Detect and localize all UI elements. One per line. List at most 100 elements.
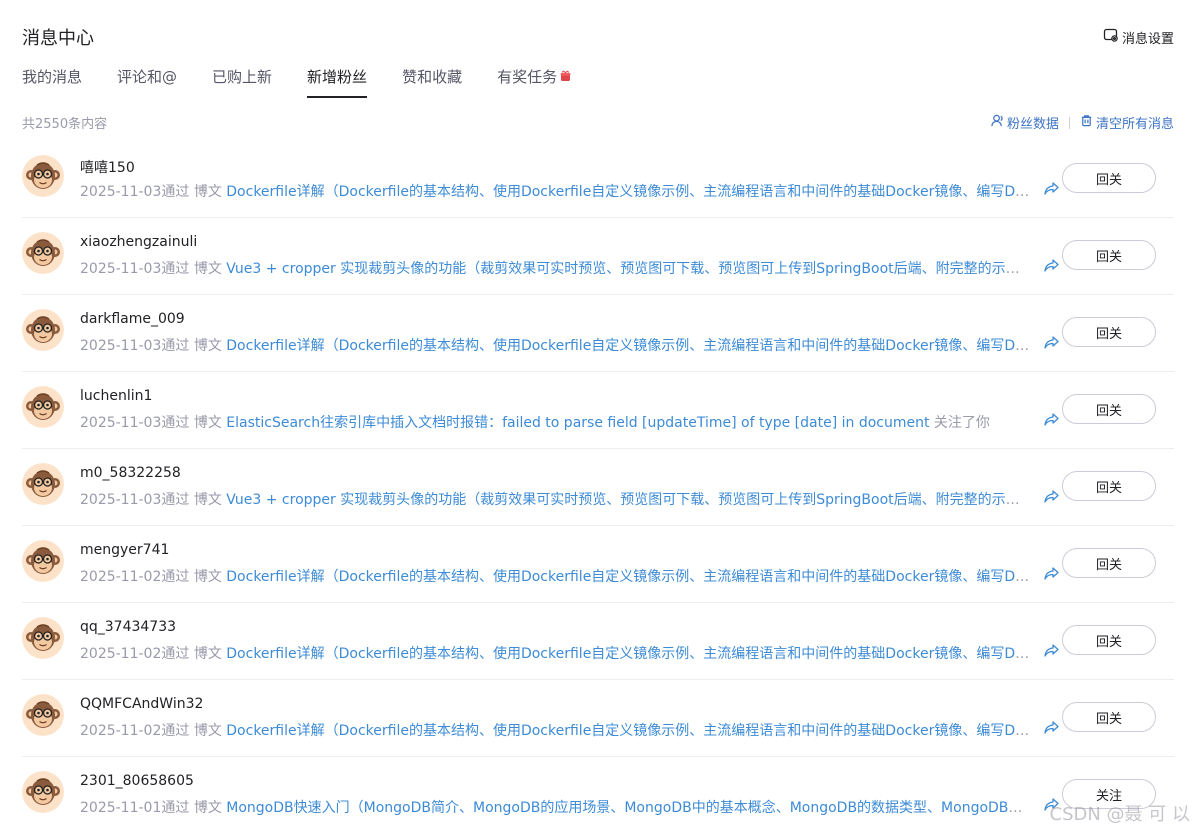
follower-name[interactable]: QQMFCAndWin32 (80, 696, 203, 712)
avatar[interactable] (22, 232, 64, 274)
gift-icon (557, 66, 571, 86)
article-link[interactable]: Dockerfile详解（Dockerfile的基本结构、使用Dockerfil… (226, 338, 1032, 354)
article-link[interactable]: Dockerfile详解（Dockerfile的基本结构、使用Dockerfil… (226, 723, 1032, 739)
article-link[interactable]: Dockerfile详解（Dockerfile的基本结构、使用Dockerfil… (226, 646, 1032, 662)
message-settings-label: 消息设置 (1121, 31, 1174, 47)
follow-date: 2025-11-03通过 (80, 415, 190, 431)
list-item: qq_37434733 2025-11-02通过 博文 Dockerfile详解（… (22, 603, 1174, 680)
follow-description: 2025-11-03通过 博文 ElasticSearch往索引库中插入文档时报… (80, 412, 1032, 432)
follower-name[interactable]: 2301_80658605 (80, 773, 194, 789)
message-center-page: 消息中心 消息设置 我的消息 评论和@ 已购上新 新增粉丝 赞和收藏 有奖任务 共2550… (0, 0, 1198, 832)
avatar[interactable] (22, 386, 64, 428)
tab-5[interactable]: 有奖任务 (497, 66, 571, 98)
tab-bar: 我的消息 评论和@ 已购上新 新增粉丝 赞和收藏 有奖任务 (22, 66, 606, 98)
fans-data-label: 粉丝数据 (1006, 117, 1059, 132)
follow-back-button[interactable]: 回关 (1062, 394, 1156, 424)
article-link[interactable]: MongoDB快速入门（MongoDB简介、MongoDB的应用场景、Mongo… (226, 800, 1032, 816)
follow-date: 2025-11-01通过 (80, 800, 190, 816)
settings-icon (1103, 27, 1122, 47)
content-type: 博文 (193, 415, 222, 431)
tab-label: 赞和收藏 (402, 68, 463, 86)
tab-label: 已购上新 (212, 68, 273, 86)
share-icon[interactable] (1043, 334, 1060, 351)
follower-name[interactable]: darkflame_009 (80, 311, 185, 327)
tab-label: 我的消息 (22, 68, 83, 86)
article-link[interactable]: Vue3 + cropper 实现裁剪头像的功能（裁剪效果可实时预览、预览图可下… (226, 492, 1032, 508)
message-settings-link[interactable]: 消息设置 (1103, 27, 1174, 47)
follower-name[interactable]: 嘻嘻150 (80, 157, 135, 177)
page-title: 消息中心 (22, 28, 94, 49)
content-type: 博文 (193, 338, 222, 354)
follow-back-button[interactable]: 回关 (1062, 163, 1156, 193)
follow-description: 2025-11-03通过 博文 Vue3 + cropper 实现裁剪头像的功能… (80, 258, 1032, 278)
follow-back-button[interactable]: 回关 (1062, 702, 1156, 732)
follow-date: 2025-11-02通过 (80, 646, 190, 662)
tab-2[interactable]: 已购上新 (212, 66, 272, 98)
follow-description: 2025-11-03通过 博文 Dockerfile详解（Dockerfile的… (80, 181, 1032, 201)
article-link[interactable]: Dockerfile详解（Dockerfile的基本结构、使用Dockerfil… (226, 569, 1032, 585)
list-item: luchenlin1 2025-11-03通过 博文 ElasticSearch往… (22, 372, 1174, 449)
follow-date: 2025-11-03通过 (80, 492, 190, 508)
content-type: 博文 (193, 723, 222, 739)
article-link[interactable]: Vue3 + cropper 实现裁剪头像的功能（裁剪效果可实时预览、预览图可下… (226, 261, 1032, 277)
follow-back-button[interactable]: 回关 (1062, 317, 1156, 347)
content-type: 博文 (193, 646, 222, 662)
tab-3[interactable]: 新增粉丝 (307, 66, 368, 98)
follower-name[interactable]: xiaozhengzainuli (80, 234, 197, 250)
follow-description: 2025-11-03通过 博文 Dockerfile详解（Dockerfile的… (80, 335, 1032, 355)
follow-back-button[interactable]: 回关 (1062, 240, 1156, 270)
share-icon[interactable] (1043, 411, 1060, 428)
top-actions: 粉丝数据 清空所有消息 (991, 113, 1174, 132)
follower-name[interactable]: luchenlin1 (80, 388, 152, 404)
share-icon[interactable] (1043, 642, 1060, 659)
follow-date: 2025-11-03通过 (80, 261, 190, 277)
share-icon[interactable] (1043, 180, 1060, 197)
avatar[interactable] (22, 771, 64, 813)
avatar[interactable] (22, 463, 64, 505)
trash-icon (1080, 114, 1096, 131)
list-item: darkflame_009 2025-11-03通过 博文 Dockerfile详… (22, 295, 1174, 372)
divider (1068, 116, 1070, 129)
content-type: 博文 (193, 261, 222, 277)
follower-name[interactable]: m0_58322258 (80, 465, 181, 481)
user-icon (991, 114, 1007, 131)
avatar[interactable] (22, 155, 64, 197)
share-icon[interactable] (1043, 257, 1060, 274)
share-icon[interactable] (1043, 488, 1060, 505)
content-type: 博文 (193, 800, 222, 816)
list-item: mengyer741 2025-11-02通过 博文 Dockerfile详解（D… (22, 526, 1174, 603)
clear-all-label: 清空所有消息 (1095, 117, 1174, 132)
share-icon[interactable] (1043, 796, 1060, 813)
follow-back-button[interactable]: 回关 (1062, 548, 1156, 578)
avatar[interactable] (22, 309, 64, 351)
total-count: 共2550条内容 (22, 117, 108, 132)
follower-name[interactable]: qq_37434733 (80, 619, 176, 635)
follow-back-button[interactable]: 回关 (1062, 471, 1156, 501)
tab-1[interactable]: 评论和@ (117, 66, 177, 98)
follow-description: 2025-11-02通过 博文 Dockerfile详解（Dockerfile的… (80, 566, 1032, 586)
list-item: m0_58322258 2025-11-03通过 博文 Vue3 + croppe… (22, 449, 1174, 526)
content-type: 博文 (193, 184, 222, 200)
list-item: 2301_80658605 2025-11-01通过 博文 MongoDB快速入门… (22, 757, 1174, 832)
follow-back-button[interactable]: 关注 (1062, 779, 1156, 809)
content-type: 博文 (193, 492, 222, 508)
follower-name[interactable]: mengyer741 (80, 542, 169, 558)
follow-suffix: 关注了你 (929, 415, 990, 431)
follow-date: 2025-11-03通过 (80, 338, 190, 354)
article-link[interactable]: ElasticSearch往索引库中插入文档时报错：failed to pars… (226, 415, 929, 431)
share-icon[interactable] (1043, 719, 1060, 736)
tab-label: 有奖任务 (497, 68, 558, 86)
fan-list: 嘻嘻150 2025-11-03通过 博文 Dockerfile详解（Docker… (22, 141, 1174, 832)
avatar[interactable] (22, 617, 64, 659)
tab-label: 新增粉丝 (307, 68, 368, 86)
tab-4[interactable]: 赞和收藏 (402, 66, 462, 98)
fans-data-link[interactable]: 粉丝数据 (991, 113, 1059, 132)
article-link[interactable]: Dockerfile详解（Dockerfile的基本结构、使用Dockerfil… (226, 184, 1032, 200)
clear-all-link[interactable]: 清空所有消息 (1080, 113, 1174, 132)
list-item: 嘻嘻150 2025-11-03通过 博文 Dockerfile详解（Docker… (22, 141, 1174, 218)
avatar[interactable] (22, 694, 64, 736)
follow-back-button[interactable]: 回关 (1062, 625, 1156, 655)
avatar[interactable] (22, 540, 64, 582)
share-icon[interactable] (1043, 565, 1060, 582)
tab-0[interactable]: 我的消息 (22, 66, 82, 98)
